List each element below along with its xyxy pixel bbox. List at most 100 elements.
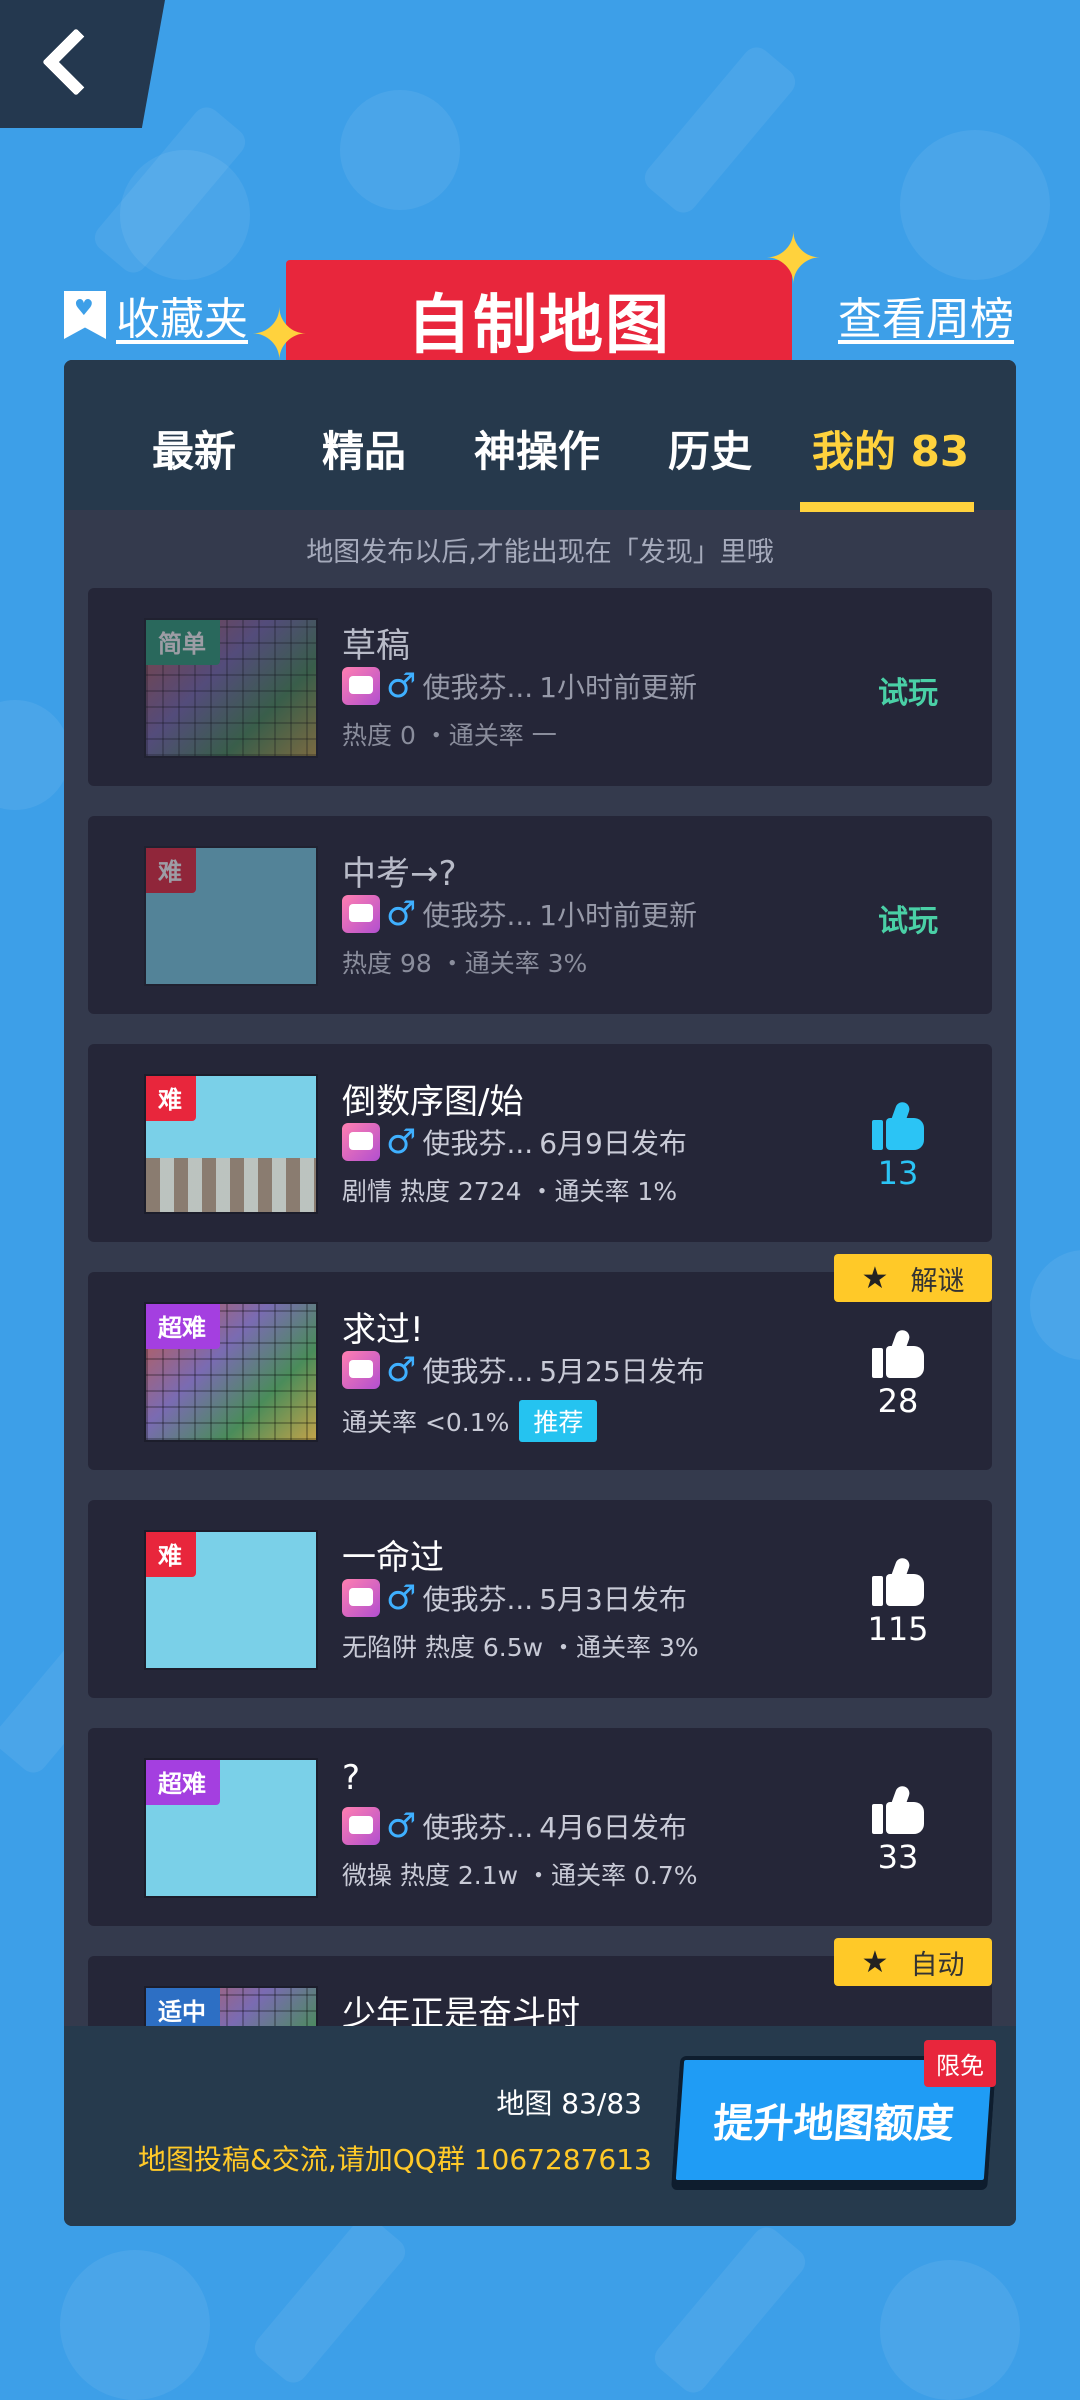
try-play-button[interactable]: 试玩 [878, 668, 938, 712]
like-count: 28 [877, 1382, 919, 1420]
like-count: 115 [867, 1610, 929, 1648]
difficulty-badge: 难 [146, 848, 196, 893]
author-name: 使我芬... [422, 1127, 534, 1160]
male-icon: ♂ [386, 894, 417, 934]
map-thumbnail: 难 [144, 1074, 318, 1214]
difficulty-badge: 超难 [146, 1760, 220, 1805]
favorites-label: 收藏夹 [116, 294, 248, 345]
avatar [342, 1351, 380, 1389]
tab-skillful[interactable]: 神操作 [474, 418, 600, 479]
avatar [342, 1579, 380, 1617]
bookmark-heart-icon [64, 291, 106, 339]
avatar [342, 1807, 380, 1845]
map-stats: 热度 0 ・通关率 一 [342, 716, 557, 752]
map-panel: 最新 精品 神操作 历史 我的 83 地图发布以后,才能出现在「发现」里哦 简单… [64, 360, 1016, 2226]
author-name: 使我芬... [422, 671, 534, 704]
thumbs-up-icon [872, 1556, 924, 1606]
map-time: 6月9日发布 [539, 1127, 687, 1160]
thumbs-up-icon [872, 1100, 924, 1150]
star-icon: ★ [861, 1260, 889, 1296]
avatar [342, 667, 380, 705]
map-stats: 无陷阱 热度 6.5w ・通关率 3% [342, 1628, 699, 1664]
male-icon: ♂ [386, 1578, 417, 1618]
like-button[interactable]: 28 [858, 1328, 938, 1420]
tab-latest[interactable]: 最新 [152, 418, 236, 479]
map-stats: 热度 98 ・通关率 3% [342, 944, 587, 980]
category-tag-label: 解谜 [910, 1265, 965, 1297]
map-time: 1小时前更新 [539, 899, 698, 932]
map-title: 草稿 [342, 626, 410, 666]
star-icon: ★ [861, 1944, 889, 1980]
avatar [342, 895, 380, 933]
favorites-link[interactable]: 收藏夹 [64, 283, 248, 347]
male-icon: ♂ [386, 1806, 417, 1846]
category-tag-label: 自动 [910, 1949, 965, 1981]
map-stats: 通关率 <0.1% 推荐 [342, 1400, 598, 1442]
map-time: 5月25日发布 [539, 1355, 705, 1388]
tab-featured[interactable]: 精品 [322, 418, 406, 479]
upgrade-quota-label: 提升地图额度 [712, 2101, 956, 2147]
map-stats: 剧情 热度 2724 ・通关率 1% [342, 1172, 677, 1208]
map-meta: ♂ 使我芬... 5月25日发布 [342, 1350, 705, 1390]
map-stats-text: 无陷阱 热度 6.5w ・通关率 3% [342, 1633, 699, 1662]
try-play-button[interactable]: 试玩 [878, 896, 938, 940]
map-card[interactable]: 难 倒数序图/始 ♂ 使我芬... 6月9日发布 剧情 热度 2724 ・通关率… [88, 1044, 992, 1242]
star-icon: ✦ [764, 218, 823, 300]
author-name: 使我芬... [422, 1583, 534, 1616]
map-card[interactable]: 难 一命过 ♂ 使我芬... 5月3日发布 无陷阱 热度 6.5w ・通关率 3… [88, 1500, 992, 1698]
like-button[interactable]: 33 [858, 1784, 938, 1876]
thumbs-up-icon [872, 1328, 924, 1378]
male-icon: ♂ [386, 666, 417, 706]
tab-history[interactable]: 历史 [668, 418, 752, 479]
map-thumbnail: 难 [144, 1530, 318, 1670]
like-button[interactable]: 13 [858, 1100, 938, 1192]
map-card[interactable]: 超难 ? ♂ 使我芬... 4月6日发布 微操 热度 2.1w ・通关率 0.7… [88, 1728, 992, 1926]
map-thumbnail: 难 [144, 846, 318, 986]
map-meta: ♂ 使我芬... 6月9日发布 [342, 1122, 687, 1162]
tab-mine[interactable]: 我的 83 [812, 418, 969, 479]
map-meta: ♂ 使我芬... 1小时前更新 [342, 894, 697, 934]
male-icon: ♂ [386, 1122, 417, 1162]
category-tag: ★ 解谜 [834, 1254, 992, 1302]
map-title: 中考→? [342, 854, 457, 894]
back-arrow-icon [42, 28, 110, 96]
free-limited-badge: 限免 [924, 2040, 996, 2087]
publish-notice: 地图发布以后,才能出现在「发现」里哦 [306, 537, 774, 568]
map-time: 5月3日发布 [539, 1583, 687, 1616]
active-tab-indicator [800, 502, 974, 512]
map-meta: ♂ 使我芬... 1小时前更新 [342, 666, 697, 706]
map-title: ? [342, 1758, 361, 1798]
map-time: 4月6日发布 [539, 1811, 687, 1844]
like-button[interactable]: 115 [858, 1556, 938, 1648]
recommend-badge: 推荐 [519, 1400, 598, 1442]
map-meta: ♂ 使我芬... 5月3日发布 [342, 1578, 687, 1618]
map-quota: 地图 83/83 [496, 2087, 642, 2120]
footer-bar: 地图 83/83 地图投稿&交流,请加QQ群 1067287613 提升地图额度… [64, 2026, 1016, 2226]
weekly-ranking-label: 查看周榜 [838, 294, 1014, 345]
map-thumbnail: 超难 [144, 1758, 318, 1898]
map-card[interactable]: 简单 草稿 ♂ 使我芬... 1小时前更新 热度 0 ・通关率 一 试玩 [88, 588, 992, 786]
category-tag: ★ 自动 [834, 1938, 992, 1986]
map-title: 求过! [342, 1310, 424, 1350]
thumbs-up-icon [872, 1784, 924, 1834]
back-button[interactable] [0, 0, 165, 128]
male-icon: ♂ [386, 1350, 417, 1390]
like-count: 33 [877, 1838, 919, 1876]
author-name: 使我芬... [422, 899, 534, 932]
difficulty-badge: 超难 [146, 1304, 220, 1349]
map-stats-text: 微操 热度 2.1w ・通关率 0.7% [342, 1861, 698, 1890]
map-card[interactable]: 难 中考→? ♂ 使我芬... 1小时前更新 热度 98 ・通关率 3% 试玩 [88, 816, 992, 1014]
map-thumbnail: 超难 [144, 1302, 318, 1442]
map-card[interactable]: ★ 解谜 超难 求过! ♂ 使我芬... 5月25日发布 通关率 <0.1% 推… [88, 1254, 992, 1470]
weekly-ranking-link[interactable]: 查看周榜 [838, 283, 1014, 347]
difficulty-badge: 难 [146, 1076, 196, 1121]
map-title: 一命过 [342, 1538, 444, 1578]
qq-group-notice: 地图投稿&交流,请加QQ群 1067287613 [138, 2143, 652, 2176]
author-name: 使我芬... [422, 1355, 534, 1388]
page-title: 自制地图 [407, 289, 671, 363]
tab-bar: 最新 精品 神操作 历史 我的 83 [64, 360, 1016, 512]
map-stats-text: 通关率 <0.1% [342, 1408, 510, 1437]
map-stats-text: 热度 0 ・通关率 一 [342, 721, 557, 750]
map-title: 倒数序图/始 [342, 1082, 524, 1122]
difficulty-badge: 难 [146, 1532, 196, 1577]
